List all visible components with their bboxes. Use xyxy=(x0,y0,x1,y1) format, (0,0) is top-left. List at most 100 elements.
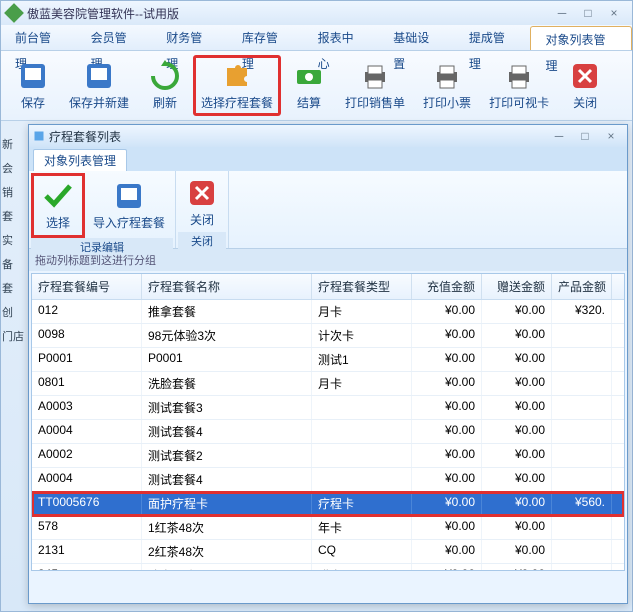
menu-item[interactable]: 财务管理 xyxy=(152,25,228,50)
cell xyxy=(552,468,612,491)
cell: ¥0.00 xyxy=(482,492,552,515)
toolbar-puzzle-button[interactable]: 选择疗程套餐 xyxy=(193,55,281,116)
ribbon-import-button[interactable]: 导入疗程套餐 xyxy=(85,173,173,238)
ribbon-label: 关闭 xyxy=(190,211,214,228)
sub-close-button[interactable]: × xyxy=(599,128,623,144)
grid-header: 疗程套餐编号疗程套餐名称疗程套餐类型充值金额赠送金额产品金额 xyxy=(32,274,624,300)
cell: ¥0.00 xyxy=(412,300,482,323)
column-header[interactable]: 疗程套餐名称 xyxy=(142,274,312,299)
column-header[interactable]: 疗程套餐编号 xyxy=(32,274,142,299)
table-row[interactable]: P0001P0001测试1¥0.00¥0.00 xyxy=(32,348,624,372)
column-header[interactable]: 赠送金额 xyxy=(482,274,552,299)
cell: 洗衣48次 xyxy=(142,564,312,570)
sub-title-bar: 疗程套餐列表 ─ □ × xyxy=(29,125,627,147)
cell: 98元体验3次 xyxy=(142,324,312,347)
sub-tabs: 对象列表管理 xyxy=(29,147,627,171)
cell: 测试套餐3 xyxy=(142,396,312,419)
table-row[interactable]: A0004测试套餐4¥0.00¥0.00 xyxy=(32,420,624,444)
cell: CQ xyxy=(312,540,412,563)
cell xyxy=(552,540,612,563)
toolbar-save-new-button[interactable]: 保存并新建 xyxy=(61,55,137,116)
menu-item[interactable]: 会员管理 xyxy=(77,25,153,50)
table-row[interactable]: 21312红茶48次CQ¥0.00¥0.00 xyxy=(32,540,624,564)
cell: 012 xyxy=(32,300,142,323)
menu-item[interactable]: 前台管理 xyxy=(1,25,77,50)
toolbar-label: 刷新 xyxy=(153,94,177,111)
cell: P0001 xyxy=(32,348,142,371)
cell: 测试1 xyxy=(312,348,412,371)
cell: TT0005676 xyxy=(32,492,142,515)
cell: 年卡 xyxy=(312,516,412,539)
ribbon-check-button[interactable]: 选择 xyxy=(31,173,85,238)
sub-minimize-button[interactable]: ─ xyxy=(547,128,571,144)
toolbar-close-button[interactable]: 关闭 xyxy=(559,55,611,116)
cell: ¥0.00 xyxy=(412,324,482,347)
close-button[interactable]: × xyxy=(602,5,626,21)
cell: A0003 xyxy=(32,396,142,419)
table-row[interactable]: 009898元体验3次计次卡¥0.00¥0.00 xyxy=(32,324,624,348)
menu-item[interactable]: 提成管理 xyxy=(455,25,531,50)
table-row[interactable]: 0801洗脸套餐月卡¥0.00¥0.00 xyxy=(32,372,624,396)
cell xyxy=(312,444,412,467)
toolbar-print-button[interactable]: 打印销售单 xyxy=(337,55,413,116)
grid-body[interactable]: 012推拿套餐月卡¥0.00¥0.00¥320.009898元体验3次计次卡¥0… xyxy=(32,300,624,570)
side-label: 新 xyxy=(2,136,26,152)
side-label: 套 xyxy=(2,280,26,296)
menu-item[interactable]: 基础设置 xyxy=(379,25,455,50)
toolbar-save-button[interactable]: 保存 xyxy=(7,55,59,116)
column-header[interactable]: 充值金额 xyxy=(412,274,482,299)
table-row[interactable]: 345洗衣48次膜卡¥0.00¥0.00 xyxy=(32,564,624,570)
side-label: 创 xyxy=(2,304,26,320)
toolbar-money-button[interactable]: 结算 xyxy=(283,55,335,116)
ribbon-group: 选择导入疗程套餐记录编辑 xyxy=(29,171,176,248)
minimize-button[interactable]: ─ xyxy=(550,5,574,21)
table-row[interactable]: A0003测试套餐3¥0.00¥0.00 xyxy=(32,396,624,420)
sub-maximize-button[interactable]: □ xyxy=(573,128,597,144)
cell: ¥0.00 xyxy=(412,492,482,515)
ribbon-label: 导入疗程套餐 xyxy=(93,214,165,231)
column-header[interactable]: 产品金额 xyxy=(552,274,612,299)
toolbar-refresh-button[interactable]: 刷新 xyxy=(139,55,191,116)
ribbon-close-button[interactable]: 关闭 xyxy=(178,173,226,232)
menu-item[interactable]: 对象列表管理 xyxy=(530,26,631,50)
cell: ¥0.00 xyxy=(412,372,482,395)
window-title: 傲蓝美容院管理软件--试用版 xyxy=(27,5,548,22)
column-header[interactable]: 疗程套餐类型 xyxy=(312,274,412,299)
cell: ¥0.00 xyxy=(412,468,482,491)
cell: A0004 xyxy=(32,420,142,443)
tab-object-list[interactable]: 对象列表管理 xyxy=(33,149,127,171)
ribbon-group-label: 关闭 xyxy=(178,232,226,250)
menu-bar: 前台管理会员管理财务管理库存管理报表中心基础设置提成管理对象列表管理 xyxy=(1,25,632,51)
table-row[interactable]: 5781红茶48次年卡¥0.00¥0.00 xyxy=(32,516,624,540)
main-toolbar: 保存保存并新建刷新选择疗程套餐结算打印销售单打印小票打印可视卡关闭 xyxy=(1,51,632,121)
puzzle-icon xyxy=(221,60,253,92)
toolbar-print-button[interactable]: 打印可视卡 xyxy=(481,55,557,116)
cell: ¥0.00 xyxy=(482,348,552,371)
table-row[interactable]: A0002测试套餐2¥0.00¥0.00 xyxy=(32,444,624,468)
side-label: 备 xyxy=(2,256,26,272)
cell: 1红茶48次 xyxy=(142,516,312,539)
cell: ¥0.00 xyxy=(412,444,482,467)
app-logo-icon xyxy=(4,3,24,23)
cell: 测试套餐4 xyxy=(142,420,312,443)
cell: 578 xyxy=(32,516,142,539)
maximize-button[interactable]: □ xyxy=(576,5,600,21)
close-icon xyxy=(569,60,601,92)
table-row[interactable]: TT0005676面护疗程卡疗程卡¥0.00¥0.00¥560. xyxy=(32,492,624,516)
toolbar-print-button[interactable]: 打印小票 xyxy=(415,55,479,116)
cell: 345 xyxy=(32,564,142,570)
table-row[interactable]: 012推拿套餐月卡¥0.00¥0.00¥320. xyxy=(32,300,624,324)
menu-item[interactable]: 库存管理 xyxy=(228,25,304,50)
group-by-header[interactable]: 拖动列标题到这进行分组 xyxy=(29,249,627,271)
refresh-icon xyxy=(149,60,181,92)
cell: 推拿套餐 xyxy=(142,300,312,323)
sub-window-title: 疗程套餐列表 xyxy=(49,128,545,145)
menu-item[interactable]: 报表中心 xyxy=(304,25,380,50)
table-row[interactable]: A0004测试套餐4¥0.00¥0.00 xyxy=(32,468,624,492)
cell xyxy=(552,348,612,371)
print-icon xyxy=(503,60,535,92)
cell xyxy=(552,420,612,443)
cell: 洗脸套餐 xyxy=(142,372,312,395)
cell: ¥0.00 xyxy=(482,444,552,467)
package-icon xyxy=(33,130,45,142)
